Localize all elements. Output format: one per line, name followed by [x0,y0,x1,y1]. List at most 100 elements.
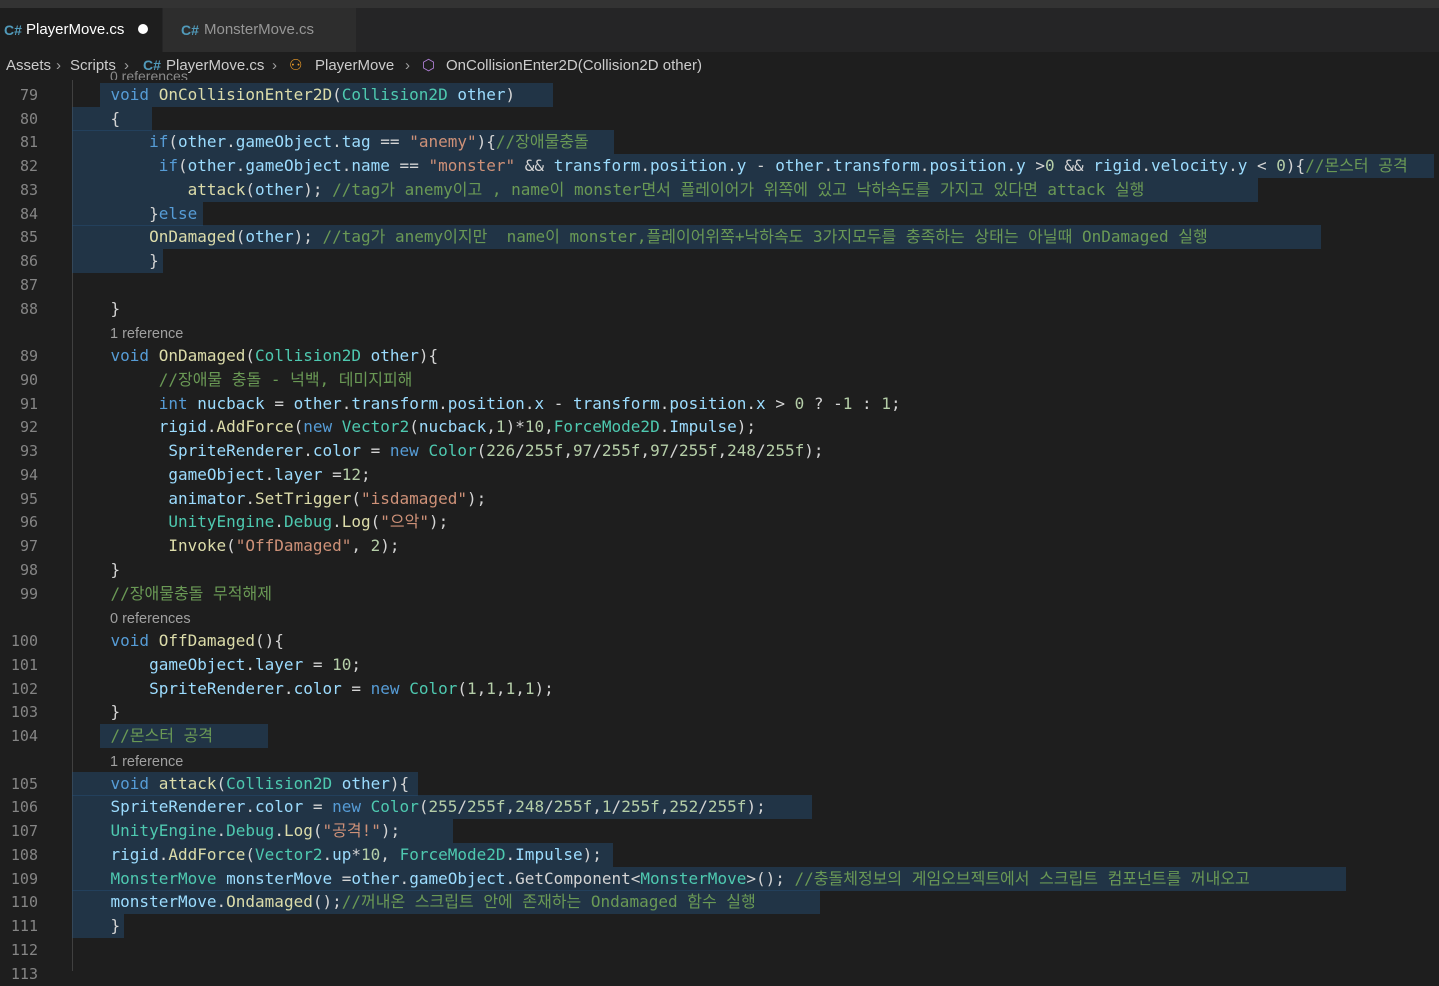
line-number: 84 [19,205,38,223]
code-text: monsterMove.Ondamaged();//꺼내온 스크립트 안에 존재… [110,892,756,911]
code-line[interactable]: SpriteRenderer.color = new Color(255/255… [72,795,1439,819]
breadcrumb-item-class[interactable]: PlayerMove [315,52,394,79]
line-number: 83 [19,181,38,199]
line-number: 105 [10,775,38,793]
line-number: 107 [10,822,38,840]
code-text: attack(other); //tag가 anemy이고 , name이 mo… [187,180,1145,199]
tab-label: PlayerMove.cs [26,21,125,38]
line-number: 97 [19,537,38,555]
breadcrumb-item-scripts[interactable]: Scripts [70,52,116,79]
line-number: 101 [10,656,38,674]
code-text: SpriteRenderer.color = new Color(226/255… [168,441,824,460]
line-number: 95 [19,490,38,508]
code-line[interactable]: OnDamaged(other); //tag가 anemy이지만 name이 … [72,225,1439,249]
code-text: void OffDamaged(){ [110,631,284,650]
code-line[interactable]: gameObject.layer =12; [72,463,1439,487]
line-number: 113 [10,965,38,983]
line-number: 92 [19,418,38,436]
code-text: rigid.AddForce(new Vector2(nucback,1)*10… [158,417,757,436]
code-line[interactable]: } [72,249,1439,273]
code-line[interactable]: }else [72,202,1439,226]
line-number: 110 [10,893,38,911]
code-text: void attack(Collision2D other){ [110,774,410,793]
breadcrumb-item-method[interactable]: OnCollisionEnter2D(Collision2D other) [446,52,702,79]
code-text: OnDamaged(other); //tag가 anemy이지만 name이 … [149,227,1208,246]
code-text: //장애물충돌 무적해제 [110,584,272,603]
code-text: SpriteRenderer.color = new Color(1,1,1,1… [149,679,554,698]
line-number: 87 [19,276,38,294]
line-number: 100 [10,632,38,650]
line-number: 80 [19,110,38,128]
code-line[interactable]: rigid.AddForce(new Vector2(nucback,1)*10… [72,415,1439,439]
line-number: 79 [19,86,38,104]
breadcrumb-item-assets[interactable]: Assets [6,52,51,79]
code-text: animator.SetTrigger("isdamaged"); [168,489,487,508]
code-text: gameObject.layer = 10; [149,655,362,674]
code-line[interactable]: void OnCollisionEnter2D(Collision2D othe… [72,83,1439,107]
tab-label: MonsterMove.cs [204,21,315,38]
code-line[interactable]: int nucback = other.transform.position.x… [72,392,1439,416]
line-number: 93 [19,442,38,460]
code-line[interactable]: void OffDamaged(){ [72,629,1439,653]
code-text: }else [72,204,198,223]
code-line[interactable]: rigid.AddForce(Vector2.up*10, ForceMode2… [72,843,1439,867]
code-line[interactable]: //장애물충돌 무적해제 [72,582,1439,606]
code-line[interactable]: //장애물 충돌 - 넉백, 데미지피해 [72,368,1439,392]
code-line[interactable]: SpriteRenderer.color = new Color(1,1,1,1… [72,677,1439,701]
line-number: 99 [19,585,38,603]
code-line[interactable] [72,938,1439,962]
code-line[interactable]: void attack(Collision2D other){ [72,772,1439,796]
code-text: int nucback = other.transform.position.x… [158,394,901,413]
tab-playermove[interactable]: C# PlayerMove.cs [0,8,162,52]
code-text: Invoke("OffDamaged", 2); [168,536,400,555]
codelens-references[interactable]: 1 reference [110,753,183,771]
line-number: 90 [19,371,38,389]
code-line[interactable]: } [72,914,1439,938]
code-line[interactable]: gameObject.layer = 10; [72,653,1439,677]
tab-monstermove[interactable]: C# MonsterMove.cs [163,8,356,52]
code-line[interactable]: UnityEngine.Debug.Log("으악"); [72,510,1439,534]
chevron-right-icon: › [405,57,410,74]
code-text: if(other.gameObject.name == "monster" &&… [158,156,1408,175]
code-line[interactable]: //몬스터 공격 [72,724,1439,748]
line-number: 102 [10,680,38,698]
code-text: UnityEngine.Debug.Log("으악"); [168,512,449,531]
code-line[interactable]: { [72,107,1439,131]
code-line[interactable]: attack(other); //tag가 anemy이고 , name이 mo… [72,178,1439,202]
line-number: 98 [19,561,38,579]
code-line[interactable]: if(other.gameObject.name == "monster" &&… [72,154,1439,178]
line-number: 104 [10,727,38,745]
code-line[interactable]: Invoke("OffDamaged", 2); [72,534,1439,558]
code-line[interactable]: if(other.gameObject.tag == "anemy"){//장애… [72,130,1439,154]
code-line[interactable] [72,273,1439,297]
class-icon: ⚇ [289,57,303,74]
line-number: 91 [19,395,38,413]
line-number: 89 [19,347,38,365]
breadcrumb: Assets › Scripts › C# PlayerMove.cs › ⚇ … [0,52,1439,79]
code-text: gameObject.layer =12; [168,465,371,484]
unsaved-dot-icon[interactable] [138,24,148,34]
code-text: } [72,560,121,579]
code-line[interactable]: SpriteRenderer.color = new Color(226/255… [72,439,1439,463]
code-text: } [72,702,121,721]
code-line[interactable]: animator.SetTrigger("isdamaged"); [72,487,1439,511]
code-text: //장애물 충돌 - 넉백, 데미지피해 [158,370,413,389]
line-number: 96 [19,513,38,531]
code-line[interactable]: } [72,297,1439,321]
codelens-references[interactable]: 0 references [110,610,191,628]
code-text: void OnCollisionEnter2D(Collision2D othe… [110,85,516,104]
line-number: 81 [19,133,38,151]
codelens-references[interactable]: 1 reference [110,325,183,343]
code-line[interactable]: UnityEngine.Debug.Log("공격!"); [72,819,1439,843]
chevron-right-icon: › [272,57,277,74]
code-text: MonsterMove monsterMove =other.gameObjec… [110,869,1250,888]
code-line[interactable]: monsterMove.Ondamaged();//꺼내온 스크립트 안에 존재… [72,890,1439,914]
code-text: } [72,299,121,318]
code-line[interactable]: } [72,558,1439,582]
code-line[interactable] [72,962,1439,986]
code-line[interactable]: void OnDamaged(Collision2D other){ [72,344,1439,368]
code-line[interactable]: MonsterMove monsterMove =other.gameObjec… [72,867,1439,891]
code-line[interactable]: } [72,700,1439,724]
line-number: 88 [19,300,38,318]
code-text: rigid.AddForce(Vector2.up*10, ForceMode2… [110,845,602,864]
